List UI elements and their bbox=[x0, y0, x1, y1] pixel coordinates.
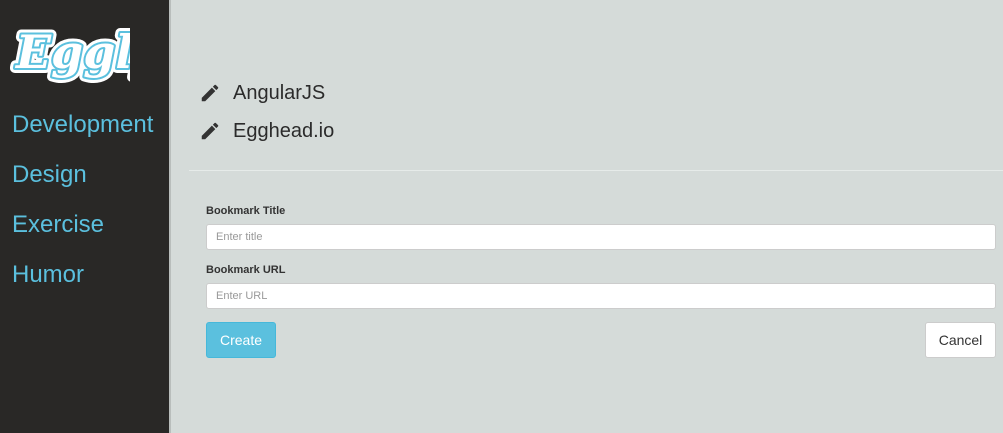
svg-text:Eggly: Eggly bbox=[14, 25, 130, 79]
cancel-button[interactable]: Cancel bbox=[925, 322, 996, 358]
bookmark-title-label: Bookmark Title bbox=[206, 205, 286, 217]
bookmark-title[interactable]: Egghead.io bbox=[233, 120, 334, 143]
bookmark-item: AngularJS bbox=[199, 80, 325, 106]
pencil-icon[interactable] bbox=[199, 82, 221, 104]
bookmark-url-input[interactable] bbox=[206, 283, 996, 309]
category-humor[interactable]: Humor bbox=[12, 260, 84, 290]
category-design[interactable]: Design bbox=[12, 160, 87, 190]
create-button[interactable]: Create bbox=[206, 322, 276, 358]
bookmark-title-input[interactable] bbox=[206, 224, 996, 250]
bookmark-title[interactable]: AngularJS bbox=[233, 82, 325, 105]
divider bbox=[189, 170, 1003, 171]
main-content: AngularJS Egghead.io Bookmark Title Book… bbox=[171, 0, 1003, 433]
bookmark-item: Egghead.io bbox=[199, 118, 334, 144]
sidebar: Eggly Eggly Eggly Development Design Exe… bbox=[0, 0, 171, 433]
category-development[interactable]: Development bbox=[12, 110, 153, 140]
eggly-logo[interactable]: Eggly Eggly Eggly bbox=[10, 10, 130, 88]
bookmark-url-label: Bookmark URL bbox=[206, 264, 286, 276]
category-exercise[interactable]: Exercise bbox=[12, 210, 104, 240]
pencil-icon[interactable] bbox=[199, 120, 221, 142]
